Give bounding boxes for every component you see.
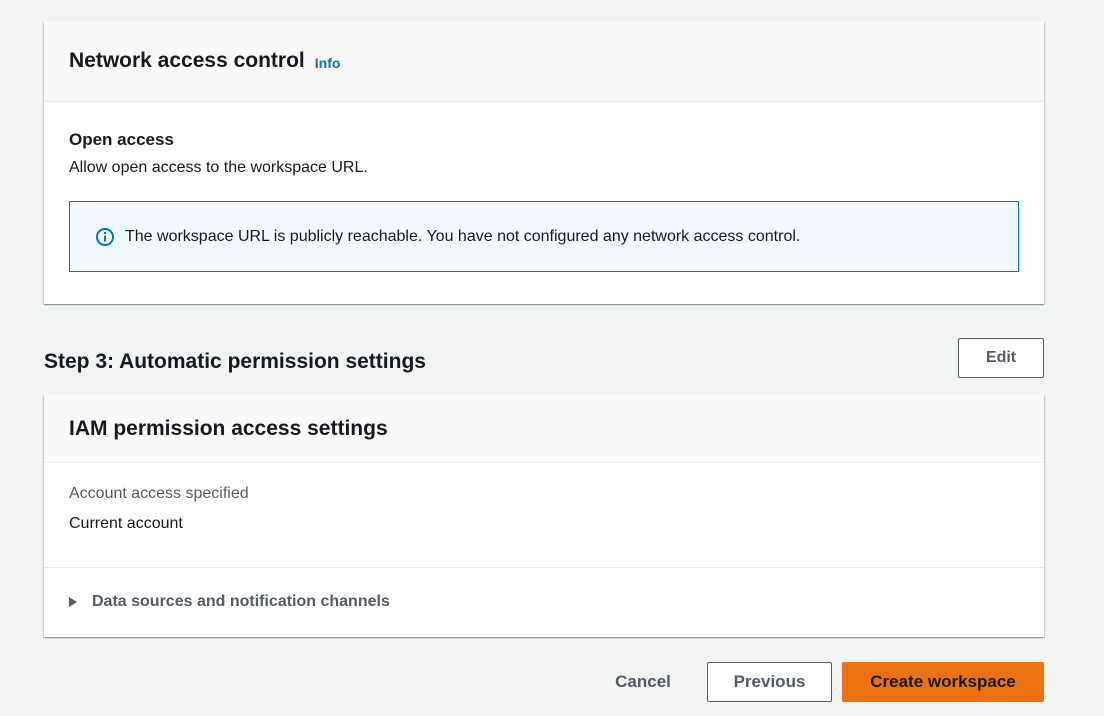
cancel-button[interactable]: Cancel bbox=[600, 662, 686, 702]
step-3-title: Step 3: Automatic permission settings bbox=[44, 350, 426, 373]
data-sources-expander[interactable]: Data sources and notification channels bbox=[44, 568, 1044, 636]
iam-permission-panel: IAM permission access settings Account a… bbox=[44, 395, 1044, 637]
info-link[interactable]: Info bbox=[315, 55, 341, 71]
open-access-title: Open access bbox=[69, 130, 174, 149]
data-sources-expander-label: Data sources and notification channels bbox=[92, 593, 390, 610]
network-access-control-panel: Network access control Info Open access … bbox=[44, 21, 1044, 304]
info-circle-icon bbox=[95, 227, 115, 247]
edit-button[interactable]: Edit bbox=[958, 338, 1044, 378]
caret-right-icon bbox=[69, 597, 77, 607]
info-alert-text: The workspace URL is publicly reachable.… bbox=[125, 227, 801, 245]
iam-permission-header: IAM permission access settings bbox=[44, 395, 1044, 463]
iam-permission-title: IAM permission access settings bbox=[69, 416, 388, 440]
info-alert: The workspace URL is publicly reachable.… bbox=[69, 201, 1019, 272]
network-access-control-title: Network access control bbox=[69, 49, 305, 72]
previous-button[interactable]: Previous bbox=[707, 662, 832, 702]
network-access-control-body: Open access Allow open access to the wor… bbox=[44, 102, 1044, 272]
page: Network access control Info Open access … bbox=[0, 0, 1104, 716]
iam-permission-body: Account access specified Current account bbox=[44, 463, 1044, 568]
account-access-label: Account access specified bbox=[69, 485, 249, 502]
open-access-description: Allow open access to the workspace URL. bbox=[69, 159, 368, 176]
network-access-control-header: Network access control Info bbox=[44, 21, 1044, 102]
account-access-value: Current account bbox=[69, 515, 183, 532]
create-workspace-button[interactable]: Create workspace bbox=[842, 662, 1044, 702]
